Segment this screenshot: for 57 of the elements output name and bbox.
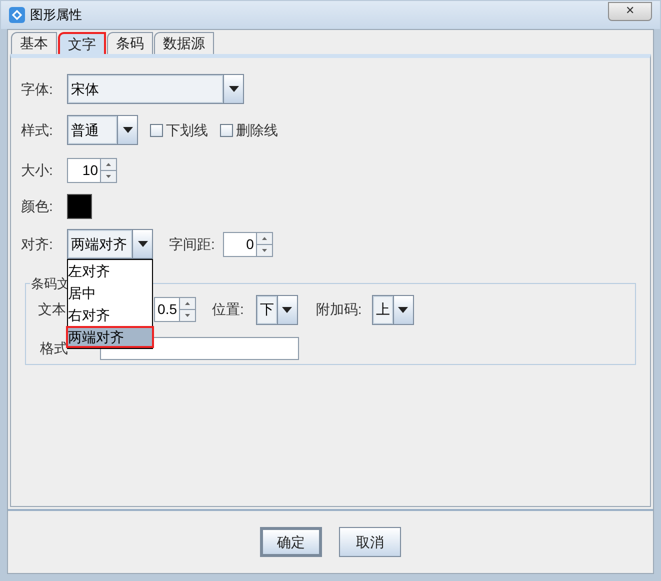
spin-buttons[interactable] [256, 232, 273, 256]
field-label: 附加码: [316, 300, 362, 319]
tab[interactable]: 文字 [58, 32, 106, 54]
field-label: 大小: [21, 161, 54, 180]
dropdown-option[interactable]: 两端对齐 [66, 326, 154, 348]
up-arrow-icon [106, 163, 111, 166]
down-arrow-icon [106, 175, 111, 178]
app-icon [9, 7, 25, 23]
down-arrow-icon [262, 248, 267, 252]
dropdown-value: 普通 [68, 116, 117, 144]
dropdown-arrow-button[interactable] [392, 296, 413, 324]
number-field[interactable]: 10 [67, 158, 101, 183]
dropdown-arrow-icon [122, 127, 132, 133]
dropdown-value: 上 [372, 296, 393, 324]
dropdown-value: 下 [256, 296, 277, 324]
dropdown[interactable]: 上 [372, 294, 414, 324]
tab[interactable]: 基本 [11, 32, 57, 54]
field-label: 样式: [21, 120, 54, 140]
dropdown[interactable]: 宋体 [67, 74, 244, 104]
dropdown-arrow-button[interactable] [276, 296, 297, 324]
dropdown[interactable]: 下 [256, 294, 298, 324]
dropdown-value: 两端对齐 [68, 230, 132, 258]
dropdown-arrow-icon [398, 306, 408, 312]
dropdown-value: 宋体 [68, 75, 223, 103]
tab[interactable]: 条码 [107, 32, 153, 54]
dropdown-arrow-button[interactable] [117, 116, 137, 144]
number-field[interactable]: 0 [222, 232, 257, 256]
window-title: 图形属性 [30, 6, 82, 24]
field-label: 文本 [38, 300, 66, 319]
field-label: 删除线 [236, 120, 278, 140]
dropdown-arrow-icon [228, 86, 238, 92]
up-arrow-icon [262, 236, 267, 240]
field-label: 对齐: [21, 234, 54, 254]
field-label: 格式 [40, 339, 68, 358]
checkbox[interactable] [220, 124, 233, 136]
field-label: 字体: [21, 80, 54, 98]
spin-buttons[interactable] [180, 297, 196, 322]
dropdown[interactable]: 两端对齐 [67, 229, 153, 259]
dialog-button[interactable]: 取消 [339, 527, 401, 557]
up-arrow-icon [185, 302, 190, 305]
dialog-button[interactable]: 确定 [260, 527, 322, 557]
field-label: 下划线 [166, 120, 208, 140]
dropdown-arrow-icon [138, 241, 148, 247]
spin-buttons[interactable] [101, 158, 117, 183]
dropdown[interactable]: 普通 [67, 115, 138, 145]
tab[interactable]: 数据源 [154, 32, 214, 54]
dropdown-arrow-icon [282, 306, 292, 312]
checkbox[interactable] [150, 124, 163, 136]
field-label: 字间距: [169, 234, 215, 254]
number-field[interactable]: 0.5 [154, 297, 180, 322]
close-button[interactable]: ✕ [608, 2, 652, 20]
down-arrow-icon [185, 314, 190, 317]
field-label: 颜色: [21, 197, 54, 216]
field-label: 位置: [212, 300, 244, 319]
color-swatch[interactable] [67, 194, 92, 219]
dropdown-arrow-button[interactable] [223, 75, 243, 103]
dropdown-arrow-button[interactable] [132, 230, 152, 258]
